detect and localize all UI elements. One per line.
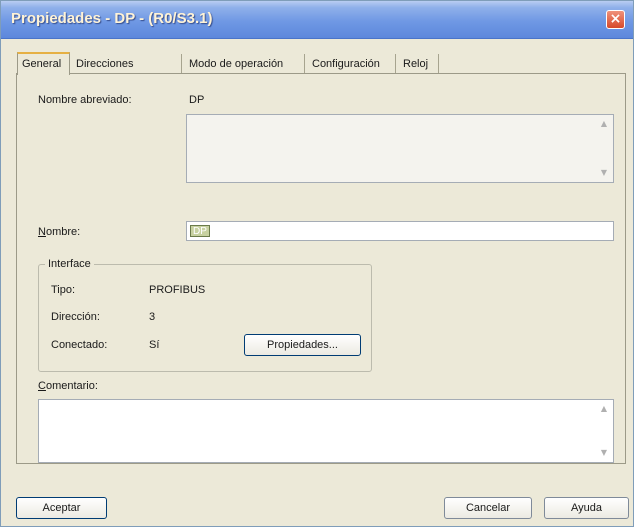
short-name-comment-area: ▲ ▼ xyxy=(186,114,614,183)
close-icon[interactable]: × xyxy=(606,10,625,29)
type-label: Tipo: xyxy=(51,284,76,296)
tab-direcciones[interactable]: Direcciones xyxy=(72,54,182,74)
title-bar[interactable]: Propiedades - DP - (R0/S3.1) × xyxy=(1,1,633,39)
window-title: Propiedades - DP - (R0/S3.1) xyxy=(11,10,213,27)
address-label: Dirección: xyxy=(51,311,100,323)
comment-textarea[interactable]: ▲ ▼ xyxy=(38,399,614,463)
accept-button[interactable]: Aceptar xyxy=(16,497,107,519)
comment-label-rest: omentario: xyxy=(45,380,98,392)
scroll-down-arrow-icon[interactable]: ▼ xyxy=(598,167,610,179)
tab-general[interactable]: General xyxy=(17,52,70,75)
interface-group-title: Interface xyxy=(45,258,94,270)
properties-dialog: Propiedades - DP - (R0/S3.1) × General D… xyxy=(0,0,634,527)
scroll-up-arrow-icon[interactable]: ▲ xyxy=(598,118,610,130)
cancel-button[interactable]: Cancelar xyxy=(444,497,532,519)
address-value: 3 xyxy=(149,311,156,323)
tab-modo-de-operacion[interactable]: Modo de operación xyxy=(185,54,305,74)
comment-label: Comentario: xyxy=(38,380,98,392)
help-button[interactable]: Ayuda xyxy=(544,497,629,519)
short-name-value: DP xyxy=(189,94,205,106)
scroll-up-arrow-icon[interactable]: ▲ xyxy=(598,403,610,415)
type-value: PROFIBUS xyxy=(149,284,206,296)
name-label: Nombre: xyxy=(38,226,81,238)
name-input-selected-text: DP xyxy=(190,225,210,237)
interface-properties-button[interactable]: Propiedades... xyxy=(244,334,361,356)
tab-configuracion[interactable]: Configuración xyxy=(308,54,396,74)
name-input[interactable]: DP xyxy=(186,221,614,241)
short-name-label: Nombre abreviado: xyxy=(38,94,132,106)
tab-reloj[interactable]: Reloj xyxy=(399,54,439,74)
connected-value: Sí xyxy=(149,339,160,351)
name-label-rest: ombre: xyxy=(45,226,81,238)
tab-strip: General Direcciones Modo de operación Co… xyxy=(17,52,617,75)
connected-label: Conectado: xyxy=(51,339,108,351)
scroll-down-arrow-icon[interactable]: ▼ xyxy=(598,447,610,459)
